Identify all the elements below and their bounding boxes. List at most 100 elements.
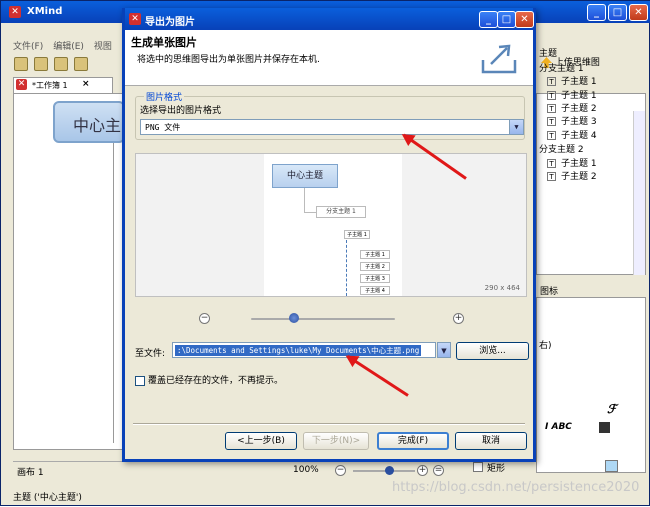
dialog-description: 将选中的思维图导出为单张图片并保存在本机. [137, 55, 320, 65]
print-icon[interactable] [74, 57, 88, 71]
fill-color-swatch[interactable] [605, 460, 618, 472]
preview-subtopic: 子主题 1 [344, 230, 370, 239]
outline-scrollbar[interactable] [633, 111, 645, 275]
topic-icon: T [547, 77, 556, 86]
outline-item-label: 子主题 4 [561, 131, 597, 141]
outline-item-label: 子主题 1 [561, 159, 597, 169]
close-button[interactable]: ✕ [629, 4, 648, 21]
image-format-prompt: 选择导出的图片格式 [140, 106, 222, 116]
outline-item[interactable]: 分支主题 1 [539, 61, 584, 74]
outline-item-label: 子主题 1 [561, 77, 597, 87]
menu-edit[interactable]: 编辑(E) [53, 42, 84, 52]
outline-item[interactable]: T 子主题 2 [547, 169, 597, 182]
chevron-down-icon[interactable]: ▼ [509, 120, 523, 134]
next-button[interactable]: 下一步(N)> [303, 432, 369, 450]
preview-center-topic: 中心主题 [272, 164, 338, 188]
export-image-icon [481, 44, 517, 74]
back-button[interactable]: <上一步(B) [225, 432, 297, 450]
editor-tab-label: *工作簿 1 [32, 81, 68, 90]
dialog-maximize-button[interactable]: □ [497, 11, 516, 28]
outline-item[interactable]: T 子主题 1 [547, 74, 597, 87]
overwrite-label: 覆盖已经存在的文件，不再提示。 [148, 376, 284, 386]
outline-item[interactable]: T 子主题 3 [547, 114, 597, 127]
alignment-text: 右) [539, 341, 552, 351]
overwrite-checkbox[interactable] [135, 375, 145, 386]
xmind-logo-icon: ✕ [9, 6, 21, 18]
image-format-select[interactable]: PNG 文件 ▼ [140, 119, 524, 135]
properties-tab-label: 图标 [540, 287, 559, 297]
dialog-separator [133, 423, 525, 425]
topic-icon: T [547, 172, 556, 181]
maximize-button[interactable]: □ [608, 4, 627, 21]
properties-tab[interactable]: 图标 [536, 281, 646, 297]
zoom-level: 100% [293, 465, 319, 475]
preview-zoom-thumb[interactable] [289, 313, 300, 323]
mind-map-canvas[interactable] [13, 93, 125, 450]
center-topic-node[interactable]: 中心主 [53, 101, 125, 143]
dialog-close-button[interactable]: ✕ [515, 11, 534, 28]
dialog-header: 生成单张图片 将选中的思维图导出为单张图片并保存在本机. [125, 30, 533, 86]
preview-branch-topic: 分支主题 1 [316, 206, 366, 218]
font-icon[interactable]: ℱ [607, 402, 616, 416]
outline-item[interactable]: T 子主题 1 [547, 156, 597, 169]
zoom-out-icon[interactable]: − [199, 313, 210, 324]
to-file-input[interactable]: :\Documents and Settings\luke\My Documen… [172, 342, 436, 358]
shape-checkbox[interactable] [473, 462, 483, 472]
topic-icon: T [547, 131, 556, 140]
menu-file[interactable]: 文件(F) [13, 42, 43, 52]
text-color-swatch[interactable] [599, 422, 610, 433]
zoom-out-icon[interactable]: − [335, 465, 346, 476]
outline-item-label: 分支主题 2 [539, 145, 584, 155]
browse-button[interactable]: 浏览... [456, 342, 529, 360]
save-icon[interactable] [54, 57, 68, 71]
watermark: https://blog.csdn.net/persistence2020 [392, 480, 640, 495]
xmind-logo-icon: ✕ [129, 13, 141, 25]
close-tab-icon[interactable]: × [82, 79, 90, 89]
dialog-title: 导出为图片 [145, 17, 195, 28]
outline-item[interactable]: 主题 [539, 46, 557, 59]
canvas-bar: 画布 1 100% − + = [13, 461, 458, 479]
menu-view[interactable]: 视图 [94, 42, 112, 52]
zoom-slider-track[interactable] [353, 470, 415, 472]
to-file-dropdown[interactable]: ▼ [437, 342, 451, 358]
overwrite-option[interactable]: 覆盖已经存在的文件，不再提示。 [135, 373, 283, 386]
topic-icon: T [547, 159, 556, 168]
cancel-button[interactable]: 取消 [455, 432, 527, 450]
format-symbols[interactable]: I ABC [545, 422, 572, 432]
zoom-in-icon[interactable]: + [417, 465, 428, 476]
menu-bar: 文件(F) 编辑(E) 视图 [13, 39, 122, 53]
workbook-icon: ✕ [16, 79, 27, 90]
outline-item[interactable]: 分支主题 2 [539, 142, 584, 155]
open-icon[interactable] [34, 57, 48, 71]
preview-dashed-line [346, 240, 347, 296]
preview-connector [304, 212, 316, 213]
zoom-slider-thumb[interactable] [385, 466, 394, 475]
canvas-tab[interactable]: 画布 1 [17, 465, 44, 478]
preview-zoom-track[interactable] [251, 318, 395, 320]
to-file-label: 至文件: [135, 349, 166, 359]
finish-button[interactable]: 完成(F) [377, 432, 449, 450]
minimize-button[interactable]: _ [587, 4, 606, 21]
image-preview: 中心主题 分支主题 1 子主题 1 子主题 1 子主题 2 子主题 3 子主题 … [135, 153, 527, 297]
outline-item[interactable]: T 子主题 2 [547, 101, 597, 114]
zoom-fit-icon[interactable]: = [433, 465, 444, 476]
outline-item[interactable]: T 子主题 4 [547, 128, 597, 141]
zoom-in-icon[interactable]: + [453, 313, 464, 324]
image-format-legend: 图片格式 [144, 90, 185, 103]
outline-item-label: 分支主题 1 [539, 64, 584, 74]
topic-icon: T [547, 117, 556, 126]
dialog-minimize-button[interactable]: _ [479, 11, 498, 28]
properties-panel: 右) I ABC ℱ 矩形 [473, 297, 646, 474]
topic-icon: T [547, 91, 556, 100]
toolbar [11, 55, 91, 73]
outline-item-label: 子主题 1 [561, 91, 597, 101]
preview-zoom-row: − + [135, 310, 527, 326]
chevron-down-icon[interactable]: ▼ [437, 342, 451, 358]
outline-item[interactable]: T 子主题 1 [547, 88, 597, 101]
preview-connector [304, 188, 305, 212]
outline-item-label: 主题 [539, 49, 558, 59]
new-icon[interactable] [14, 57, 28, 71]
editor-tab[interactable]: ✕ *工作簿 1 × [13, 77, 113, 93]
export-image-dialog: ✕ 导出为图片 _ □ ✕ 生成单张图片 将选中的思维图导出为单张图片并保存在本… [122, 8, 536, 462]
dialog-heading: 生成单张图片 [131, 36, 197, 49]
